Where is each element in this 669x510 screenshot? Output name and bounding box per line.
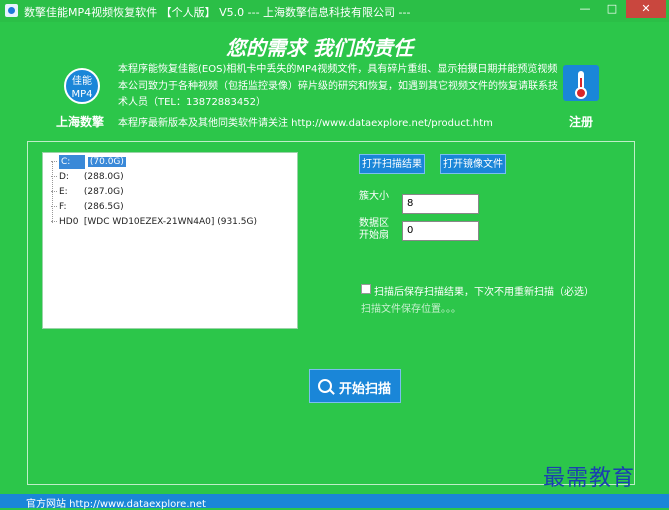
drive-item-c[interactable]: C: (70.0G) [51, 155, 126, 169]
open-scan-result-button[interactable]: 打开扫描结果 [359, 154, 425, 174]
drive-item-d[interactable]: D: (288.0G) [51, 170, 124, 184]
cluster-size-input[interactable]: 8 [402, 194, 479, 214]
company-name: 上海数擎 [56, 115, 105, 129]
logo-text-line1: 佳能 [72, 76, 92, 87]
cluster-size-label: 簇大小 [359, 191, 389, 202]
logo-text-line2: MP4 [71, 89, 93, 100]
register-label[interactable]: 注册 [569, 113, 593, 130]
watermark: 最需教育 [543, 466, 636, 491]
slogan: 您的需求 我们的责任 [226, 36, 413, 60]
data-start-label: 数据区开始扇 [359, 218, 389, 241]
start-scan-button[interactable]: 开始扫描 [309, 369, 401, 403]
drive-item-f[interactable]: F: (286.5G) [51, 200, 124, 214]
start-scan-label: 开始扫描 [339, 382, 392, 397]
data-start-input[interactable]: 0 [402, 221, 479, 241]
header: 您的需求 我们的责任 佳能 MP4 上海数擎 本程序能恢复佳能(EOS)相机卡中… [0, 22, 669, 132]
footer: 官方网站 http://www.dataexplore.net [0, 494, 669, 510]
app-icon [5, 4, 18, 17]
window-title: 数擎佳能MP4视频恢复软件 【个人版】 V5.0 --- 上海数擎信息科技有限公… [24, 6, 411, 19]
canon-mp4-logo: 佳能 MP4 [64, 68, 100, 104]
minimize-button[interactable]: — [572, 0, 598, 18]
description: 本程序能恢复佳能(EOS)相机卡中丢失的MP4视频文件，具有碎片重组、显示拍摄日… [118, 64, 558, 108]
open-mirror-file-button[interactable]: 打开镜像文件 [440, 154, 506, 174]
product-link-note: 本程序最新版本及其他同类软件请关注 http://www.dataexplore… [118, 118, 493, 129]
drive-list[interactable]: C: (70.0G) D: (288.0G) E: (287.0G) F: (2… [42, 152, 298, 329]
save-path-link[interactable]: 扫描文件保存位置。。。 [361, 300, 461, 315]
save-scan-result-label[interactable]: 扫描后保存扫描结果，下次不用重新扫描（必选） [374, 283, 594, 298]
drive-item-hd0[interactable]: HD0 [WDC WD10EZEX-21WN4A0] (931.5G) [51, 215, 257, 229]
maximize-button[interactable]: □ [599, 0, 625, 18]
thermometer-icon[interactable] [563, 65, 599, 101]
drive-item-e[interactable]: E: (287.0G) [51, 185, 124, 199]
close-button[interactable]: ✕ [626, 0, 666, 18]
save-scan-result-checkbox[interactable] [361, 284, 371, 294]
title-bar: 数擎佳能MP4视频恢复软件 【个人版】 V5.0 --- 上海数擎信息科技有限公… [0, 0, 669, 22]
